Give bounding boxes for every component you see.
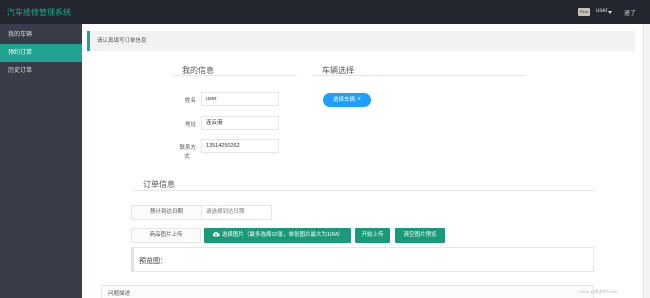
divider bbox=[312, 75, 525, 76]
top-bar: 汽车维修管理系统 Pers user 退了 bbox=[0, 0, 650, 24]
select-images-label: 选择图片（最多选择10张，单张图片最大为10M） bbox=[221, 232, 344, 238]
order-info-title: 订单信息 bbox=[143, 180, 175, 189]
phone-label-line1: 联系方 bbox=[179, 145, 196, 151]
image-preview-box: 预览图： bbox=[131, 247, 594, 272]
notice-banner: 请认真填写订单信息 bbox=[87, 31, 635, 51]
name-label: 姓名 bbox=[184, 98, 196, 104]
phone-label-line2: 式 bbox=[184, 154, 190, 160]
sidebar-item-history[interactable]: 历史订单 bbox=[0, 62, 82, 80]
phone-field[interactable]: 13514250262 bbox=[201, 139, 279, 153]
problem-description-label: 问题描述 bbox=[108, 291, 131, 297]
caret-down-icon[interactable] bbox=[608, 11, 612, 14]
divider bbox=[133, 190, 595, 191]
scrollbar[interactable] bbox=[643, 24, 650, 298]
logout-link[interactable]: 退了 bbox=[624, 8, 636, 17]
sidebar: 我的车辆 预约订单 历史订单 bbox=[0, 24, 82, 298]
problem-description-row: 问题描述 bbox=[101, 285, 594, 298]
avatar[interactable]: Pers bbox=[578, 8, 590, 16]
select-images-button[interactable]: 选择图片（最多选择10张，单张图片最大为10M） bbox=[204, 228, 351, 243]
plus-icon: + bbox=[356, 96, 362, 103]
address-label: 地址 bbox=[184, 122, 196, 128]
select-vehicle-button[interactable]: 选择车辆 + bbox=[323, 93, 371, 107]
user-menu[interactable]: user bbox=[596, 8, 608, 14]
clear-preview-button[interactable]: 清空图片预览 bbox=[395, 228, 445, 243]
select-vehicle-label: 选择车辆 bbox=[332, 97, 355, 103]
name-field[interactable]: user bbox=[201, 92, 279, 106]
cloud-upload-icon bbox=[212, 231, 220, 237]
arrival-date-label: 预计到达日期 bbox=[132, 206, 202, 219]
upload-label: 商品图片上传 bbox=[131, 228, 201, 243]
arrival-date-input[interactable]: 请选择到达日期 bbox=[206, 206, 245, 219]
address-field[interactable]: 连云港 bbox=[201, 116, 279, 130]
start-upload-button[interactable]: 开始上传 bbox=[355, 228, 390, 243]
preview-label: 预览图： bbox=[139, 258, 167, 265]
divider bbox=[172, 75, 297, 76]
app-title[interactable]: 汽车维修管理系统 bbox=[7, 7, 71, 18]
sidebar-item-my-vehicles[interactable]: 我的车辆 bbox=[0, 26, 82, 44]
watermark: CSDN @那波的行58K bbox=[578, 289, 618, 294]
arrival-date-row: 预计到达日期 请选择到达日期 bbox=[131, 205, 272, 220]
sidebar-item-appointments[interactable]: 预约订单 bbox=[0, 44, 82, 62]
